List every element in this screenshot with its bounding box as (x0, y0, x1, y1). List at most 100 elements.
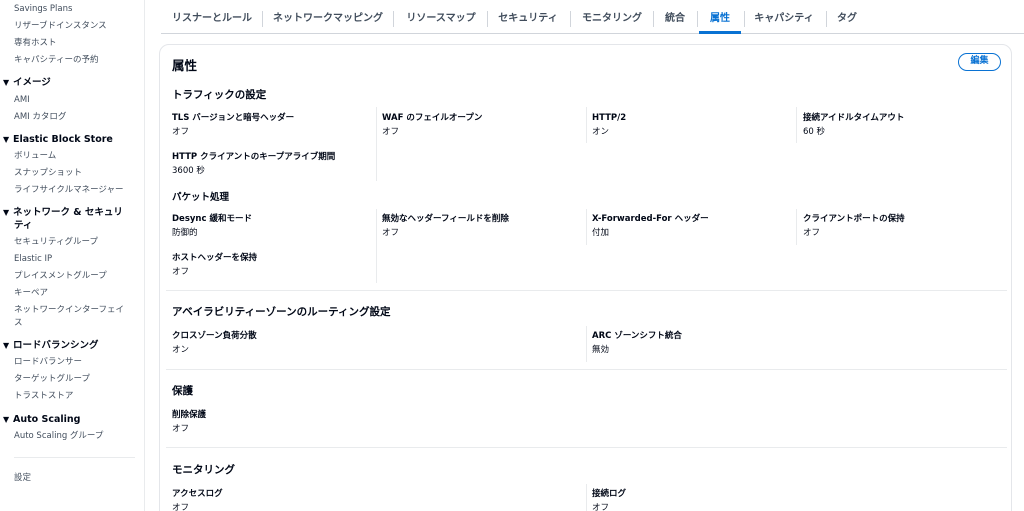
attr-label: クライアントポートの保持 (803, 214, 905, 224)
section-divider (166, 369, 1007, 370)
attr-value: オフ (172, 503, 190, 511)
attr-value: オフ (803, 228, 821, 238)
attr-deletion-protection: 削除保護 オフ (172, 409, 372, 435)
attr-value: 防御的 (172, 228, 198, 238)
edit-button[interactable]: 編集 (958, 53, 1001, 71)
attr-cross-zone: クロスゾーン負荷分散 オン (172, 330, 372, 356)
sidebar-item-settings[interactable]: 設定 (14, 472, 31, 484)
main-content: リスナーとルール ネットワークマッピング リソースマップ セキュリティ モニタリ… (145, 0, 1024, 511)
attr-desync: Desync 緩和モード 防御的 (172, 213, 372, 239)
attr-tls-headers: TLS バージョンと暗号ヘッダー オフ (172, 112, 372, 138)
tab-separator (570, 11, 571, 27)
sidebar-section-label: Elastic Block Store (13, 134, 113, 145)
sidebar-section-network-cont: ティ (14, 220, 33, 231)
sidebar-item-trust-stores[interactable]: トラストストア (14, 390, 73, 402)
tab-monitoring[interactable]: モニタリング (581, 0, 643, 34)
tab-attributes[interactable]: 属性 (699, 0, 741, 34)
tab-separator (697, 11, 698, 27)
attr-label: 削除保護 (172, 410, 207, 420)
sidebar-section-label: Auto Scaling (13, 414, 81, 425)
tab-separator (487, 11, 488, 27)
sidebar-item-snapshots[interactable]: スナップショット (14, 167, 82, 179)
column-divider (586, 209, 587, 245)
attr-drop-invalid-headers: 無効なヘッダーフィールドを削除 オフ (382, 213, 582, 239)
attr-label: TLS バージョンと暗号ヘッダー (172, 113, 295, 123)
caret-down-icon: ▼ (3, 208, 10, 217)
section-divider (166, 447, 1007, 448)
attr-label: Desync 緩和モード (172, 214, 252, 224)
sidebar-item-key-pairs[interactable]: キーペア (14, 287, 48, 299)
attr-label: クロスゾーン負荷分散 (172, 331, 257, 341)
attr-preserve-host-header: ホストヘッダーを保持 オフ (172, 252, 372, 278)
sidebar-item-reserved-instances[interactable]: リザーブドインスタンス (14, 20, 107, 32)
tab-separator (826, 11, 827, 27)
attr-http2: HTTP/2 オン (592, 112, 792, 138)
sidebar-section-images[interactable]: ▼ イメージ (3, 76, 51, 89)
attr-label: アクセスログ (172, 489, 223, 499)
attr-keepalive: HTTP クライアントのキープアライブ期間 3600 秒 (172, 151, 372, 177)
section-divider (166, 290, 1007, 291)
section-title-traffic: トラフィックの設定 (172, 89, 267, 101)
sidebar-section-label: ロードバランシング (13, 340, 99, 351)
attr-value: 3600 秒 (172, 166, 205, 176)
attr-value: オン (592, 127, 610, 137)
attributes-panel: 属性 編集 トラフィックの設定 TLS バージョンと暗号ヘッダー オフ WAF … (159, 44, 1012, 511)
tab-network-mapping[interactable]: ネットワークマッピング (273, 0, 383, 34)
attr-value: オフ (382, 228, 400, 238)
caret-down-icon: ▼ (3, 135, 10, 144)
sidebar: Savings Plans リザーブドインスタンス 専有ホスト キャパシティーの… (0, 0, 145, 511)
attr-value: オフ (592, 503, 610, 511)
section-title-protection: 保護 (172, 385, 193, 397)
sidebar-item-auto-scaling-groups[interactable]: Auto Scaling グループ (14, 430, 103, 442)
tab-listeners-rules[interactable]: リスナーとルール (171, 0, 253, 34)
column-divider (796, 107, 797, 143)
tab-integrations[interactable]: 統合 (663, 0, 687, 34)
sidebar-divider (14, 457, 135, 458)
attr-connection-logs: 接続ログ オフ (592, 488, 792, 511)
sidebar-section-label: イメージ (13, 77, 51, 88)
sidebar-section-auto-scaling[interactable]: ▼ Auto Scaling (3, 413, 80, 426)
section-title-packet: パケット処理 (172, 192, 230, 203)
tab-security[interactable]: セキュリティ (498, 0, 558, 34)
attr-value: 無効 (592, 345, 610, 355)
tab-tags[interactable]: タグ (835, 0, 859, 34)
sidebar-section-ebs[interactable]: ▼ Elastic Block Store (3, 133, 113, 146)
attr-label: HTTP クライアントのキープアライブ期間 (172, 152, 336, 162)
attr-access-logs: アクセスログ オフ (172, 488, 372, 511)
attr-label: ホストヘッダーを保持 (172, 253, 258, 263)
section-title-az-routing: アベイラビリティーゾーンのルーティング設定 (172, 306, 391, 318)
tab-separator (393, 11, 394, 27)
sidebar-item-placement-groups[interactable]: プレイスメントグループ (14, 270, 107, 282)
caret-down-icon: ▼ (3, 415, 10, 424)
sidebar-item-security-groups[interactable]: セキュリティグループ (14, 236, 98, 248)
sidebar-section-network[interactable]: ▼ ネットワーク & セキュリ (3, 206, 123, 219)
column-divider (376, 209, 377, 283)
sidebar-item-dedicated-hosts[interactable]: 専有ホスト (14, 37, 57, 49)
attr-client-port: クライアントポートの保持 オフ (803, 213, 1003, 239)
attr-value: オフ (382, 127, 400, 137)
sidebar-item-elastic-ip[interactable]: Elastic IP (14, 253, 52, 265)
attr-label: HTTP/2 (592, 113, 627, 123)
sidebar-section-label: ネットワーク & セキュリ (13, 207, 123, 218)
column-divider (376, 107, 377, 181)
sidebar-item-load-balancers[interactable]: ロードバランサー (14, 356, 82, 368)
tab-capacity[interactable]: キャパシティ (754, 0, 814, 34)
tab-bar: リスナーとルール ネットワークマッピング リソースマップ セキュリティ モニタリ… (161, 0, 1024, 34)
sidebar-item-target-groups[interactable]: ターゲットグループ (14, 373, 90, 385)
sidebar-item-network-interfaces-cont[interactable]: ス (14, 317, 23, 329)
sidebar-item-lifecycle-manager[interactable]: ライフサイクルマネージャー (14, 184, 123, 196)
sidebar-item-capacity-reservations[interactable]: キャパシティーの予約 (14, 54, 99, 66)
sidebar-section-load-balancing[interactable]: ▼ ロードバランシング (3, 339, 99, 352)
sidebar-item-network-interfaces[interactable]: ネットワークインターフェイ (14, 304, 124, 316)
sidebar-item-ami[interactable]: AMI (14, 94, 30, 106)
section-title-monitoring: モニタリング (172, 464, 235, 476)
sidebar-item-volumes[interactable]: ボリューム (14, 150, 56, 162)
column-divider (796, 209, 797, 245)
sidebar-item-savings-plans[interactable]: Savings Plans (14, 3, 72, 15)
panel-title: 属性 (172, 58, 198, 73)
sidebar-item-ami-catalog[interactable]: AMI カタログ (14, 111, 66, 123)
tab-separator (653, 11, 654, 27)
attr-value: オン (172, 345, 190, 355)
attr-xff-header: X-Forwarded-For ヘッダー 付加 (592, 213, 792, 239)
tab-resource-map[interactable]: リソースマップ (405, 0, 477, 34)
